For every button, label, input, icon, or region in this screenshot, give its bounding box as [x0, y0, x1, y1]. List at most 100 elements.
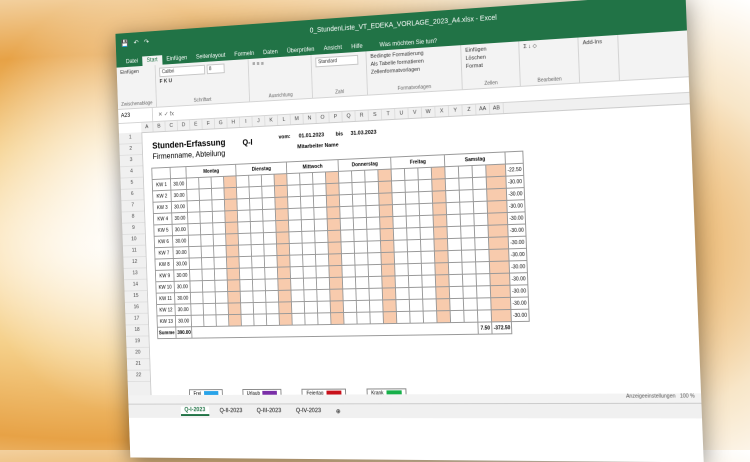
time-cell[interactable] — [463, 274, 477, 286]
time-cell[interactable] — [447, 226, 461, 238]
time-cell[interactable] — [408, 251, 422, 263]
time-cell[interactable] — [436, 287, 450, 299]
time-cell[interactable] — [203, 292, 216, 304]
time-cell[interactable] — [249, 175, 262, 187]
time-cell[interactable] — [461, 238, 475, 250]
time-cell[interactable] — [265, 267, 278, 279]
time-cell[interactable] — [339, 183, 353, 195]
time-cell[interactable] — [202, 257, 215, 269]
time-cell[interactable] — [304, 278, 317, 290]
time-cell[interactable] — [446, 178, 460, 191]
time-cell[interactable] — [211, 176, 224, 188]
time-cell[interactable] — [434, 227, 448, 239]
time-cell[interactable] — [446, 190, 460, 203]
time-cell[interactable] — [191, 292, 204, 304]
row-header[interactable]: 7 — [121, 200, 144, 212]
time-cell[interactable] — [435, 263, 449, 275]
time-cell[interactable] — [267, 314, 280, 326]
time-cell[interactable] — [227, 257, 240, 269]
time-cell[interactable] — [405, 168, 419, 180]
time-cell[interactable] — [238, 233, 251, 245]
time-cell[interactable] — [487, 200, 507, 213]
time-cell[interactable] — [450, 286, 464, 298]
time-cell[interactable] — [238, 222, 251, 234]
time-cell[interactable] — [433, 203, 447, 215]
time-cell[interactable] — [383, 288, 397, 300]
time-cell[interactable] — [382, 276, 396, 288]
time-cell[interactable] — [190, 281, 203, 293]
time-cell[interactable] — [326, 183, 339, 195]
time-cell[interactable] — [445, 166, 459, 179]
time-cell[interactable] — [448, 250, 462, 262]
time-cell[interactable] — [330, 277, 343, 289]
time-cell[interactable] — [201, 234, 214, 246]
time-cell[interactable] — [225, 222, 238, 234]
time-cell[interactable] — [340, 218, 354, 230]
undo-icon[interactable]: ↶ — [134, 39, 139, 47]
time-cell[interactable] — [240, 279, 253, 291]
time-cell[interactable] — [420, 227, 434, 239]
time-cell[interactable] — [204, 315, 217, 327]
time-cell[interactable] — [327, 207, 340, 219]
sum-icon[interactable]: Σ ↓ ◇ — [523, 41, 573, 50]
time-cell[interactable] — [460, 202, 474, 215]
time-cell[interactable] — [357, 300, 371, 312]
time-cell[interactable] — [380, 228, 394, 240]
time-cell[interactable] — [277, 255, 290, 267]
time-cell[interactable] — [317, 289, 330, 301]
time-cell[interactable] — [354, 217, 368, 229]
time-cell[interactable] — [303, 266, 316, 278]
time-cell[interactable] — [342, 265, 356, 277]
time-cell[interactable] — [275, 197, 288, 209]
column-header[interactable]: S — [369, 110, 383, 121]
time-cell[interactable] — [254, 302, 267, 314]
format-cells-button[interactable]: Format — [466, 61, 515, 70]
time-cell[interactable] — [432, 179, 446, 192]
time-cell[interactable] — [437, 311, 451, 323]
time-cell[interactable] — [253, 291, 266, 303]
time-cell[interactable] — [241, 303, 254, 315]
time-cell[interactable] — [366, 193, 380, 205]
time-cell[interactable] — [250, 198, 263, 210]
time-cell[interactable] — [365, 170, 379, 182]
time-cell[interactable] — [316, 266, 329, 278]
name-box[interactable]: A23 — [118, 108, 153, 123]
time-cell[interactable] — [409, 275, 423, 287]
row-header[interactable]: 11 — [123, 246, 146, 258]
time-cell[interactable] — [279, 313, 292, 325]
time-cell[interactable] — [491, 285, 511, 298]
time-cell[interactable] — [266, 302, 279, 314]
time-cell[interactable] — [464, 310, 478, 322]
column-header[interactable]: D — [178, 120, 191, 130]
time-cell[interactable] — [202, 269, 215, 281]
time-cell[interactable] — [187, 200, 200, 212]
time-cell[interactable] — [214, 245, 227, 257]
time-cell[interactable] — [365, 181, 379, 193]
time-cell[interactable] — [266, 290, 279, 302]
time-cell[interactable] — [239, 245, 252, 257]
time-cell[interactable] — [215, 292, 228, 304]
time-cell[interactable] — [464, 298, 478, 310]
time-cell[interactable] — [486, 164, 506, 177]
time-cell[interactable] — [237, 198, 250, 210]
time-cell[interactable] — [392, 180, 406, 192]
time-cell[interactable] — [265, 279, 278, 291]
time-cell[interactable] — [201, 223, 214, 235]
time-cell[interactable] — [276, 209, 289, 221]
time-cell[interactable] — [215, 268, 228, 280]
time-cell[interactable] — [392, 192, 406, 204]
time-cell[interactable] — [262, 197, 275, 209]
column-header[interactable]: R — [355, 110, 369, 121]
time-cell[interactable] — [405, 180, 419, 192]
time-cell[interactable] — [315, 231, 328, 243]
time-cell[interactable] — [341, 241, 355, 253]
time-cell[interactable] — [406, 192, 420, 204]
time-cell[interactable] — [339, 171, 353, 183]
time-cell[interactable] — [433, 215, 447, 227]
time-cell[interactable] — [435, 251, 449, 263]
time-cell[interactable] — [201, 246, 214, 258]
column-header[interactable]: J — [252, 116, 265, 126]
column-header[interactable]: Z — [462, 105, 476, 116]
time-cell[interactable] — [290, 255, 303, 267]
font-select[interactable]: Calibri — [159, 65, 205, 77]
